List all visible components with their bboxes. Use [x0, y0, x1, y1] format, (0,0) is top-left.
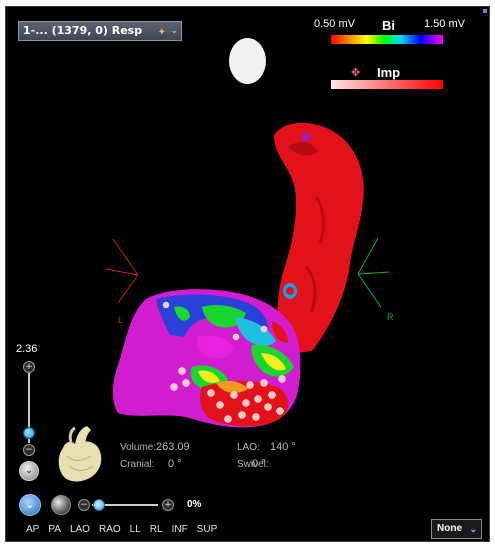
minus-icon: −: [80, 500, 88, 510]
view-presets: AP PA LAO RAO LL RL INF SUP: [26, 524, 226, 535]
volume-label: Volume:: [120, 442, 157, 453]
view-ap-button[interactable]: AP: [26, 524, 39, 535]
cranial-label: Cranial:: [120, 459, 155, 470]
zoom-slider-thumb[interactable]: [23, 427, 35, 439]
view-inf-button[interactable]: INF: [172, 524, 188, 535]
view-lao-button[interactable]: LAO: [70, 524, 90, 535]
shading-toggle-button[interactable]: [51, 495, 71, 515]
view-sup-button[interactable]: SUP: [197, 524, 218, 535]
view-ll-button[interactable]: LL: [130, 524, 141, 535]
view-pa-button[interactable]: PA: [48, 524, 61, 535]
map-viewport[interactable]: 1-... (1379, 0) Resp ✦ ⌄ 0.50 mV Bi 1.50…: [5, 6, 490, 542]
heart-orientation-thumbnail[interactable]: [51, 422, 107, 486]
lao-value: 140 °: [270, 441, 296, 453]
volume-value: 263.09: [156, 441, 190, 453]
chamber-shell: [112, 283, 301, 428]
opacity-slider-thumb[interactable]: [93, 499, 105, 511]
opacity-value: 0%: [187, 499, 202, 510]
view-rao-button[interactable]: RAO: [99, 524, 121, 535]
display-mode-value: None: [437, 523, 462, 534]
plus-icon: +: [164, 500, 172, 510]
chevron-down-icon: ⌄: [24, 465, 34, 476]
opacity-decrease-button[interactable]: −: [78, 499, 90, 511]
minus-icon: −: [25, 445, 33, 455]
swivel-value: 0 °: [252, 458, 266, 470]
zoom-out-button[interactable]: −: [23, 444, 35, 456]
lao-label: LAO:: [237, 442, 260, 453]
display-mode-select[interactable]: None ⌄: [431, 519, 482, 539]
orientation-button[interactable]: ⌄: [19, 494, 41, 516]
zoom-value: 2.36: [16, 343, 38, 355]
chevron-down-icon: ⌄: [25, 499, 35, 511]
left-orientation-label: L: [118, 315, 123, 325]
plus-icon: +: [25, 362, 33, 372]
cranial-value: 0 °: [168, 458, 182, 470]
reset-view-button[interactable]: ⌄: [19, 461, 39, 481]
right-orientation-label: R: [387, 312, 394, 322]
opacity-increase-button[interactable]: +: [162, 499, 174, 511]
left-orientation-marker: [105, 238, 139, 304]
zoom-in-button[interactable]: +: [23, 361, 35, 373]
chevron-down-icon: ⌄: [469, 524, 477, 534]
right-orientation-marker: [357, 237, 390, 308]
view-rl-button[interactable]: RL: [150, 524, 163, 535]
